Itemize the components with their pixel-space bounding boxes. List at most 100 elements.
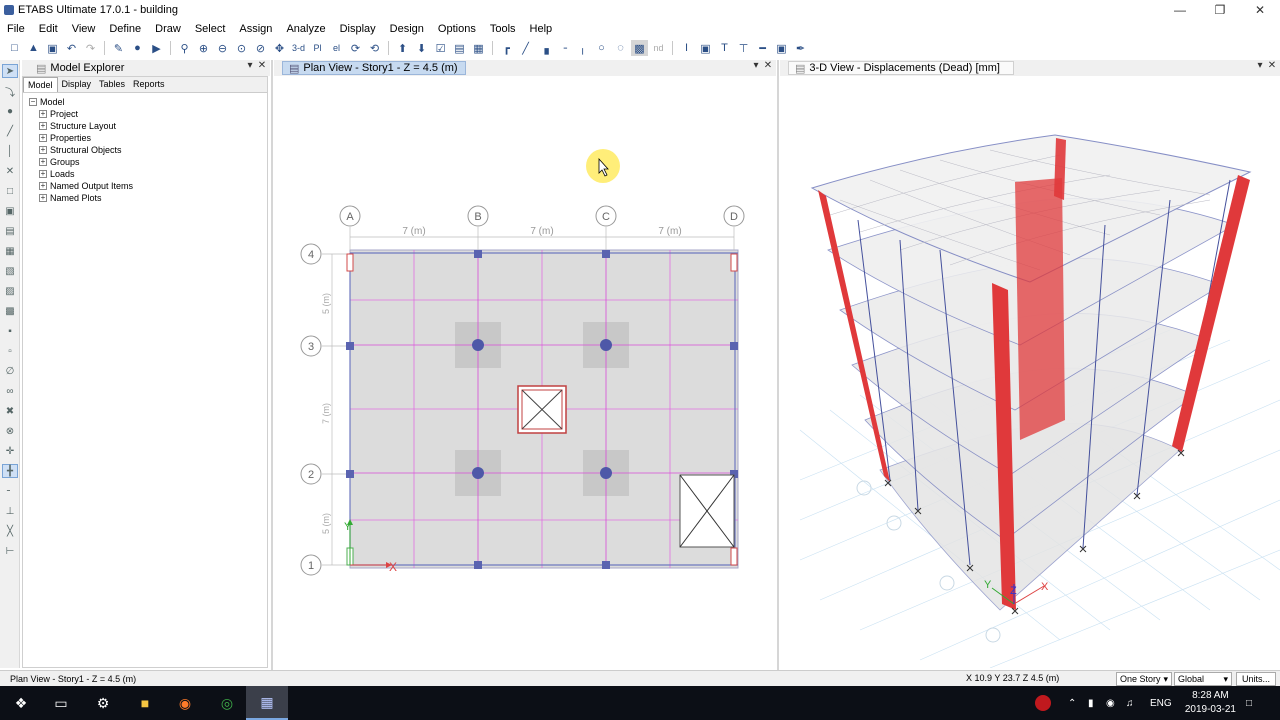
zoom-prev-icon[interactable]: ⊘ [252,40,269,56]
grid-bubble-b[interactable]: B [467,205,489,227]
story-down-icon[interactable]: ⬇ [413,40,430,56]
panel-close-icon[interactable]: ✕ [762,60,774,71]
menu-file[interactable]: File [0,23,32,35]
minimize-icon[interactable]: — [1160,0,1200,20]
system-clock[interactable]: 8:28 AM 2019-03-21 [1185,689,1236,717]
settings-app-icon[interactable]: ⚙ [82,686,124,720]
draw-wall-icon[interactable]: ▗ [536,40,553,56]
perspective-icon[interactable]: ▦ [470,40,487,56]
collapse-icon[interactable]: − [29,98,37,106]
story-select[interactable]: One Story ▾ [1116,672,1172,686]
joint-icon[interactable]: ○ [593,40,610,56]
dropdown-arrow-icon[interactable]: ▾ [750,60,762,71]
menu-help[interactable]: Help [523,23,560,35]
menu-draw[interactable]: Draw [148,23,188,35]
refresh-icon[interactable]: ⟲ [366,40,383,56]
tree-item-named-plots[interactable]: + Named Plots [39,192,267,204]
panel-divider[interactable] [271,60,273,670]
run-icon[interactable]: ▶ [148,40,165,56]
tab-model[interactable]: Model [23,77,58,92]
tab-reports[interactable]: Reports [129,77,169,92]
notification-icon[interactable]: □ [1246,686,1252,720]
panel-close-icon[interactable]: ✕ [256,60,268,71]
task-view-icon[interactable]: ▭ [40,686,82,720]
3d-view-icon[interactable]: 3-d [290,40,307,56]
draw-section-cut-icon[interactable]: ▩ [2,304,18,318]
expand-icon[interactable]: + [39,134,47,142]
tab-display[interactable]: Display [58,77,96,92]
snap-perpendicular-icon[interactable]: ⊥ [2,504,18,518]
grid-bubble-1[interactable]: 1 [300,554,322,576]
tree-item-groups[interactable]: + Groups [39,156,267,168]
pan-icon[interactable]: ✥ [271,40,288,56]
tree-item-named-output-items[interactable]: + Named Output Items [39,180,267,192]
tab-tables[interactable]: Tables [95,77,129,92]
file-explorer-icon[interactable]: ■ [124,686,166,720]
units-button[interactable]: Units... [1236,672,1276,686]
draw-brace-icon[interactable]: ✕ [2,164,18,178]
etabs-taskbar-icon[interactable]: ▦ [246,686,288,720]
zoom-fit-icon[interactable]: ⊙ [233,40,250,56]
snap-icon[interactable]: ✛ [2,444,18,458]
draw-line-icon[interactable]: ╱ [2,124,18,138]
story-up-icon[interactable]: ⬆ [394,40,411,56]
draw-opening-icon[interactable]: ▦ [2,244,18,258]
grid-bubble-a[interactable]: A [339,205,361,227]
panel-close-icon[interactable]: ✕ [1266,60,1278,71]
pencil-icon[interactable]: ✎ [110,40,127,56]
open-icon[interactable]: ▲ [25,40,42,56]
expand-icon[interactable]: + [39,146,47,154]
section-icon[interactable]: ▣ [697,40,714,56]
nd-icon[interactable]: nd [650,40,667,56]
menu-view[interactable]: View [65,23,103,35]
dimension-icon[interactable]: I [678,40,695,56]
expand-icon[interactable]: + [39,110,47,118]
3d-view-tab[interactable]: ▤ 3-D View - Displacements (Dead) [mm] [788,61,1014,75]
draw-link-icon[interactable]: ▧ [2,264,18,278]
close-icon[interactable]: ✕ [1240,0,1280,20]
tree-item-properties[interactable]: + Properties [39,132,267,144]
menu-select[interactable]: Select [188,23,233,35]
grid-bubble-2[interactable]: 2 [300,463,322,485]
menu-assign[interactable]: Assign [232,23,279,35]
snap-extension-icon[interactable]: ⊢ [2,544,18,558]
volume-icon[interactable]: ♫ [1126,686,1134,720]
draw-column-icon[interactable]: ╷ [574,40,591,56]
reshape-icon[interactable]: ⤵ [2,84,18,99]
draw-reference-icon[interactable]: ▫ [2,344,18,358]
select-previous-icon[interactable]: ∞ [2,384,18,398]
pen-icon[interactable]: ✒ [792,40,809,56]
save-icon[interactable]: ▣ [44,40,61,56]
draw-column-icon[interactable]: │ [2,144,18,158]
undo-icon[interactable]: ↶ [63,40,80,56]
tree-item-loads[interactable]: + Loads [39,168,267,180]
menu-tools[interactable]: Tools [483,23,523,35]
corner-wall[interactable] [730,547,738,566]
lock-icon[interactable]: ● [129,40,146,56]
corner-wall[interactable] [346,253,354,272]
tree-item-structure-layout[interactable]: + Structure Layout [39,120,267,132]
firefox-icon[interactable]: ◉ [164,686,206,720]
clear-selection-icon[interactable]: ✖ [2,404,18,418]
core-opening[interactable] [517,385,567,434]
draw-slab-icon[interactable]: ▤ [2,224,18,238]
tree-item-structural-objects[interactable]: + Structural Objects [39,144,267,156]
windows-start-icon[interactable]: ❖ [0,686,42,720]
grid-bubble-3[interactable]: 3 [300,335,322,357]
coord-system-select[interactable]: Global ▾ [1174,672,1232,686]
zoom-out-icon[interactable]: ⊖ [214,40,231,56]
menu-design[interactable]: Design [383,23,431,35]
redo-icon[interactable]: ↷ [82,40,99,56]
antivirus-tray-icon[interactable] [1034,686,1052,720]
new-icon[interactable]: □ [6,40,23,56]
tray-chevron-icon[interactable]: ⌃ [1068,686,1076,720]
menu-display[interactable]: Display [333,23,383,35]
expand-icon[interactable]: + [39,170,47,178]
corner-wall[interactable] [730,253,738,272]
language-indicator[interactable]: ENG [1150,686,1172,720]
object-check-icon[interactable]: ☑ [432,40,449,56]
display-options-icon[interactable]: ▤ [451,40,468,56]
elevation-view-icon[interactable]: el [328,40,345,56]
draw-area-icon[interactable]: □ [2,184,18,198]
line-style-icon[interactable]: ━ [754,40,771,56]
